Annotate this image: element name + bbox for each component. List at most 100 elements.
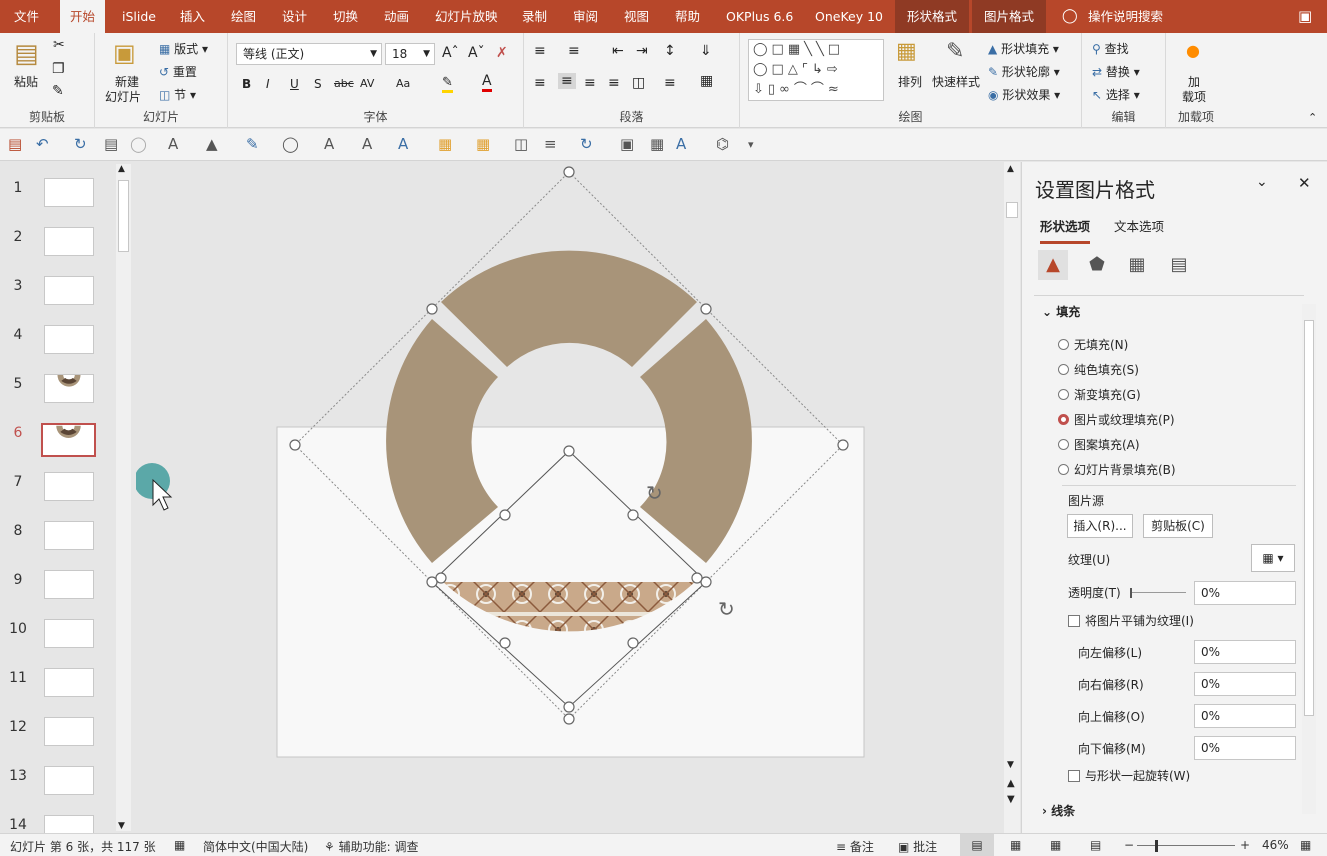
pane-scroll-thumb[interactable]	[1304, 320, 1314, 716]
size-properties-icon[interactable]: ▦	[1122, 250, 1152, 280]
comment-icon[interactable]: ▣	[1298, 0, 1312, 33]
textbox-icon[interactable]: ▤	[104, 135, 118, 153]
new-slide-label-2[interactable]: 幻灯片	[105, 88, 141, 105]
tab-slideshow[interactable]: 幻灯片放映	[435, 0, 498, 33]
slideshow-icon[interactable]: ▤	[1090, 838, 1101, 852]
fit-to-window-icon[interactable]: ▦	[1300, 838, 1311, 852]
save-icon[interactable]: ▤	[8, 135, 22, 153]
tab-shape-options[interactable]: 形状选项	[1040, 216, 1091, 244]
spellcheck-icon[interactable]: ▦	[174, 838, 185, 852]
shadow-button[interactable]: S	[314, 77, 322, 91]
font-name-select[interactable]: 等线 (正文) ▼	[236, 43, 382, 65]
align-left-icon[interactable]: ≡	[534, 75, 546, 91]
section-button[interactable]: ◫ 节 ▾	[159, 86, 196, 103]
slide-thumbnail[interactable]	[44, 521, 94, 550]
slide-thumbnail[interactable]	[44, 717, 94, 746]
shape-effect-button[interactable]: ◉ 形状效果 ▾	[988, 86, 1060, 103]
next-slide-icon[interactable]: ▼	[1007, 794, 1015, 805]
picture-icon[interactable]: ▤	[1164, 250, 1194, 280]
tab-shape-format[interactable]: 形状格式	[895, 0, 970, 33]
offset-top-input[interactable]: 0%	[1194, 704, 1296, 728]
pane-scrollbar[interactable]	[1302, 304, 1316, 814]
rotate-handle-icon-2[interactable]: ↻	[718, 597, 735, 621]
quick-styles-icon[interactable]: ✎	[946, 39, 964, 64]
select-button[interactable]: ↖ 选择 ▾	[1092, 86, 1140, 103]
picture-icon[interactable]: ▦	[650, 135, 664, 153]
align-text-icon[interactable]: ≡	[664, 75, 676, 91]
eraser-icon[interactable]: ◯	[282, 135, 299, 153]
font-size-select[interactable]: 18 ▼	[385, 43, 435, 65]
underline-button[interactable]: U	[290, 77, 299, 91]
tab-animations[interactable]: 动画	[384, 0, 409, 33]
arrange-icon[interactable]: ▦	[896, 39, 917, 64]
tell-me-search[interactable]: 操作说明搜索	[1088, 0, 1163, 33]
fill-option-radio[interactable]: 幻灯片背景填充(B)	[1058, 461, 1176, 478]
tab-help[interactable]: 帮助	[675, 0, 700, 33]
font-color-icon[interactable]: A	[482, 73, 492, 92]
addin-icon[interactable]: ●	[1186, 41, 1200, 60]
tab-insert[interactable]: 插入	[180, 0, 205, 33]
tab-transitions[interactable]: 切换	[333, 0, 358, 33]
send-backward-icon[interactable]: ▦	[476, 135, 490, 153]
fill-option-radio[interactable]: 图片或纹理填充(P)	[1058, 411, 1175, 428]
paste-icon[interactable]: ▤	[14, 39, 39, 69]
close-icon[interactable]: ✕	[1298, 174, 1311, 192]
effects-pentagon-icon[interactable]: ⬟	[1082, 250, 1112, 280]
slide-thumbnail[interactable]	[44, 325, 94, 354]
zoom-in-icon[interactable]: +	[1240, 838, 1250, 852]
slide-thumbnail[interactable]	[44, 227, 94, 256]
tab-file[interactable]: 文件	[14, 0, 39, 33]
language-indicator[interactable]: 简体中文(中国大陆)	[203, 838, 308, 855]
thumbnail-scrollbar[interactable]: ▲ ▼	[116, 164, 131, 831]
tab-review[interactable]: 审阅	[573, 0, 598, 33]
slide-thumbnail[interactable]	[44, 472, 94, 501]
tab-okplus[interactable]: OKPlus 6.6	[726, 0, 793, 33]
addins-label-2[interactable]: 载项	[1182, 88, 1206, 105]
change-case-button[interactable]: Aa	[396, 77, 410, 90]
clipboard-button[interactable]: 剪贴板(C)	[1143, 514, 1213, 538]
slide-thumbnail[interactable]	[44, 668, 94, 697]
texture-picker[interactable]: ▦ ▾	[1251, 544, 1295, 572]
tab-draw[interactable]: 绘图	[231, 0, 256, 33]
fill-line-icon[interactable]: ▲	[1038, 250, 1068, 280]
text-fill-icon[interactable]: A	[324, 135, 334, 153]
shapes-gallery[interactable]: ◯□▦╲╲□ ◯□△⌜↳⇨ ⇩▯∞⌒⌒≈	[748, 39, 884, 101]
tab-islide[interactable]: iSlide	[122, 0, 156, 33]
slide-sorter-icon[interactable]: ▦	[1010, 838, 1021, 852]
shape-fill-button[interactable]: ▲ 形状填充 ▾	[988, 40, 1059, 57]
numbering-icon[interactable]: ≡	[568, 43, 580, 59]
reset-button[interactable]: ↺ 重置	[159, 63, 197, 80]
italic-button[interactable]: I	[266, 77, 270, 91]
accessibility-button[interactable]: ⚘ 辅助功能: 调查	[324, 838, 418, 855]
crop-icon[interactable]: ▣	[620, 135, 634, 153]
slide-thumbnail[interactable]	[44, 619, 94, 648]
paste-button[interactable]: 粘贴	[14, 73, 38, 90]
fill-option-radio[interactable]: 无填充(N)	[1058, 336, 1128, 353]
scroll-up-icon[interactable]: ▲	[1007, 164, 1014, 174]
thumbnail-scroll-thumb[interactable]	[118, 180, 129, 252]
insert-picture-button[interactable]: 插入(R)...	[1067, 514, 1133, 538]
normal-view-icon[interactable]: ▤	[960, 834, 994, 856]
strikethrough-button[interactable]: abc	[334, 77, 354, 90]
text-outline-icon[interactable]: A	[362, 135, 372, 153]
text-effect-icon[interactable]: A	[398, 135, 408, 153]
scroll-down-icon[interactable]: ▼	[118, 821, 125, 831]
copy-icon[interactable]: ❐	[52, 61, 65, 77]
align-objects-icon[interactable]: ≡	[544, 135, 557, 153]
offset-left-input[interactable]: 0%	[1194, 640, 1296, 664]
transparency-input[interactable]: 0%	[1194, 581, 1296, 605]
arrange-button[interactable]: 排列	[898, 73, 922, 90]
shape-union-icon[interactable]: ◯	[130, 135, 147, 153]
grow-font-icon[interactable]: Aˆ	[442, 45, 459, 61]
tab-home[interactable]: 开始	[60, 0, 106, 33]
fill-option-radio[interactable]: 图案填充(A)	[1058, 436, 1140, 453]
outline-icon[interactable]: ✎	[246, 135, 259, 153]
cut-icon[interactable]: ✂	[53, 37, 65, 53]
zoom-slider[interactable]	[1137, 840, 1235, 852]
selection-pane-icon[interactable]: ◫	[514, 135, 528, 153]
reading-view-icon[interactable]: ▦	[1050, 838, 1061, 852]
zoom-out-icon[interactable]: −	[1124, 838, 1134, 852]
text-format-icon[interactable]: A	[168, 135, 178, 153]
tab-design[interactable]: 设计	[282, 0, 307, 33]
fill-icon[interactable]: ▲	[206, 135, 218, 153]
